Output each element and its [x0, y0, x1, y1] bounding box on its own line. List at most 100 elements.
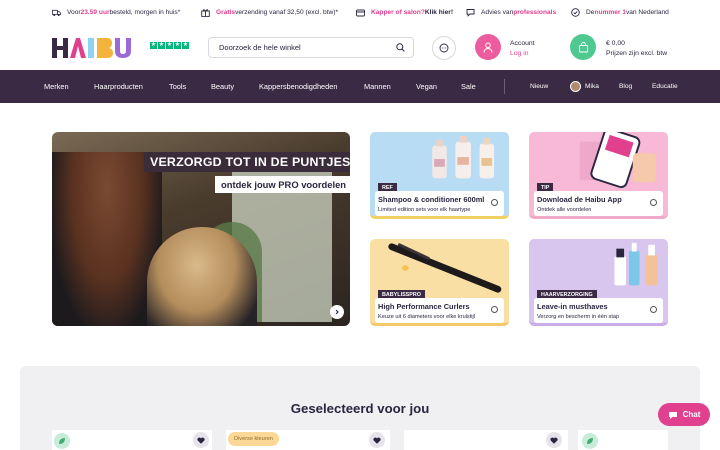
hero-client-image — [147, 227, 257, 326]
search-bar — [208, 37, 414, 58]
nav-item-beauty[interactable]: Beauty — [211, 82, 234, 91]
card-subtitle: Verzorg en bescherm in één stap — [537, 314, 620, 320]
nav-item-kappersbenodigdheden[interactable]: Kappersbenodigdheden — [259, 82, 338, 91]
promo-card-leave-in[interactable]: HAARVERZORGING Leave-in musthaves Verzor… — [529, 239, 668, 326]
nav-item-tools[interactable]: Tools — [169, 82, 186, 91]
card-body: Download de Haibu App Ontdek alle voorde… — [534, 191, 663, 216]
chat-bubble-icon — [668, 411, 677, 419]
usp-salon-link[interactable]: Kapper of salon? Klik hier! — [356, 8, 453, 17]
site-header: ★★★★★ Account Log in € 0,00 Prijzen zijn… — [0, 25, 720, 70]
price-note: Prijzen zijn excl. btw — [606, 50, 668, 57]
trustpilot-stars[interactable]: ★ ★ ★ ★ ★ — [150, 42, 189, 49]
usp-delivery-pre: Voor — [67, 9, 81, 16]
card-title: Leave-in musthaves — [537, 302, 608, 311]
star-icon: ★ — [182, 42, 189, 49]
truck-icon — [52, 8, 61, 17]
usp-number-one: De nummer 1 van Nederland — [571, 8, 669, 17]
arrow-circle-icon — [650, 199, 657, 206]
user-icon — [483, 42, 493, 53]
chat-icon — [466, 8, 475, 17]
cart-text[interactable]: € 0,00 Prijzen zijn excl. btw — [606, 39, 667, 59]
nav-item-blog[interactable]: Blog — [619, 83, 632, 90]
card-body: High Performance Curlers Keuze uit 6 dia… — [375, 298, 504, 323]
card-title: High Performance Curlers — [378, 302, 470, 311]
cart-total: € 0,00 — [606, 40, 625, 47]
usp-number-pre: De — [586, 9, 595, 16]
usp-shipping-highlight: Gratis — [216, 9, 236, 16]
star-icon: ★ — [158, 42, 165, 49]
hero-headline: VERZORGD TOT IN DE PUNTJES — [144, 152, 350, 172]
star-icon: ★ — [174, 42, 181, 49]
account-label: Account — [510, 40, 535, 47]
usp-shipping-post: verzending vanaf 32,50 (excl. btw)* — [235, 9, 339, 16]
section-title: Geselecteerd voor jou — [290, 401, 430, 416]
card-icon — [356, 8, 365, 17]
vegan-leaf-icon — [54, 433, 70, 449]
mika-avatar — [570, 81, 581, 92]
chat-widget-button[interactable]: Chat — [658, 403, 710, 426]
arrow-circle-icon — [491, 199, 498, 206]
nav-item-mika[interactable]: Mika — [585, 83, 599, 90]
account-text[interactable]: Account Log in — [510, 39, 535, 59]
usp-delivery: Voor 23.59 uur besteld, morgen in huis* — [52, 8, 180, 17]
promo-card-app[interactable]: TIP Download de Haibu App Ontdek alle vo… — [529, 132, 668, 219]
card-subtitle: Ontdek alle voordelen — [537, 207, 592, 213]
usp-delivery-highlight: 23.59 uur — [80, 9, 110, 16]
usp-number-highlight: nummer 1 — [594, 9, 626, 16]
chat-button[interactable] — [432, 36, 456, 60]
usp-bar: Voor 23.59 uur besteld, morgen in huis* … — [0, 0, 720, 25]
wishlist-heart-icon[interactable] — [546, 432, 562, 448]
account-button[interactable] — [475, 34, 501, 60]
gift-icon — [201, 8, 210, 17]
usp-advice-pre: Advies van — [481, 9, 514, 16]
nav-item-haarproducten[interactable]: Haarproducten — [94, 82, 143, 91]
card-subtitle: Limited edition sets voor elk haartype — [378, 207, 471, 213]
nav-item-educatie[interactable]: Educatie — [652, 83, 678, 90]
product-card[interactable] — [404, 430, 568, 450]
nav-item-merken[interactable]: Merken — [44, 82, 69, 91]
arrow-circle-icon — [650, 306, 657, 313]
vegan-leaf-icon — [582, 433, 598, 449]
card-title: Shampoo & conditioner 600ml — [378, 195, 485, 204]
check-circle-icon — [571, 8, 580, 17]
usp-advice: Advies van professionals — [466, 8, 556, 17]
nav-item-nieuw[interactable]: Nieuw — [530, 83, 548, 90]
nav-item-mannen[interactable]: Mannen — [364, 82, 391, 91]
usp-advice-highlight: professionals — [513, 9, 557, 16]
variant-badge: Diverse kleuren — [228, 432, 279, 446]
product-card[interactable] — [52, 430, 212, 450]
usp-delivery-post: besteld, morgen in huis* — [109, 9, 181, 16]
hero-subline: ontdek jouw PRO voordelen — [215, 176, 350, 193]
haibu-logo[interactable] — [52, 36, 132, 60]
star-icon: ★ — [166, 42, 173, 49]
usp-salon-post: Klik hier! — [424, 9, 454, 16]
chat-bubble-icon — [439, 43, 449, 53]
card-body: Leave-in musthaves Verzorg en bescherm i… — [534, 298, 663, 323]
chevron-right-icon — [335, 309, 339, 315]
nav-item-sale[interactable]: Sale — [461, 82, 476, 91]
card-title: Download de Haibu App — [537, 195, 622, 204]
cart-button[interactable] — [570, 34, 596, 60]
wishlist-heart-icon[interactable] — [193, 432, 209, 448]
star-icon: ★ — [150, 42, 157, 49]
promo-card-curlers[interactable]: BABYLISSPRO High Performance Curlers Keu… — [370, 239, 509, 326]
search-input[interactable] — [219, 43, 389, 52]
nav-divider — [504, 79, 505, 94]
bag-icon — [578, 41, 588, 52]
card-subtitle: Keuze uit 6 diameters voor elke krulstij… — [378, 314, 476, 320]
main-nav: Merken Haarproducten Tools Beauty Kapper… — [0, 70, 720, 103]
login-link[interactable]: Log in — [510, 49, 535, 59]
hero-next-button[interactable] — [330, 305, 344, 319]
usp-shipping: Gratis verzending vanaf 32,50 (excl. btw… — [201, 8, 338, 17]
arrow-circle-icon — [491, 306, 498, 313]
promo-card-shampoo[interactable]: REF Shampoo & conditioner 600ml Limited … — [370, 132, 509, 219]
nav-item-vegan[interactable]: Vegan — [416, 82, 437, 91]
wishlist-heart-icon[interactable] — [369, 432, 385, 448]
card-body: Shampoo & conditioner 600ml Limited edit… — [375, 191, 504, 216]
search-icon[interactable] — [396, 43, 405, 54]
hero-banner[interactable]: VERZORGD TOT IN DE PUNTJES ontdek jouw P… — [52, 132, 350, 326]
chat-widget-label: Chat — [682, 410, 701, 419]
usp-number-post: van Nederland — [625, 9, 669, 16]
usp-salon-highlight: Kapper of salon? — [371, 9, 425, 16]
hero-stylist-image — [52, 152, 162, 326]
